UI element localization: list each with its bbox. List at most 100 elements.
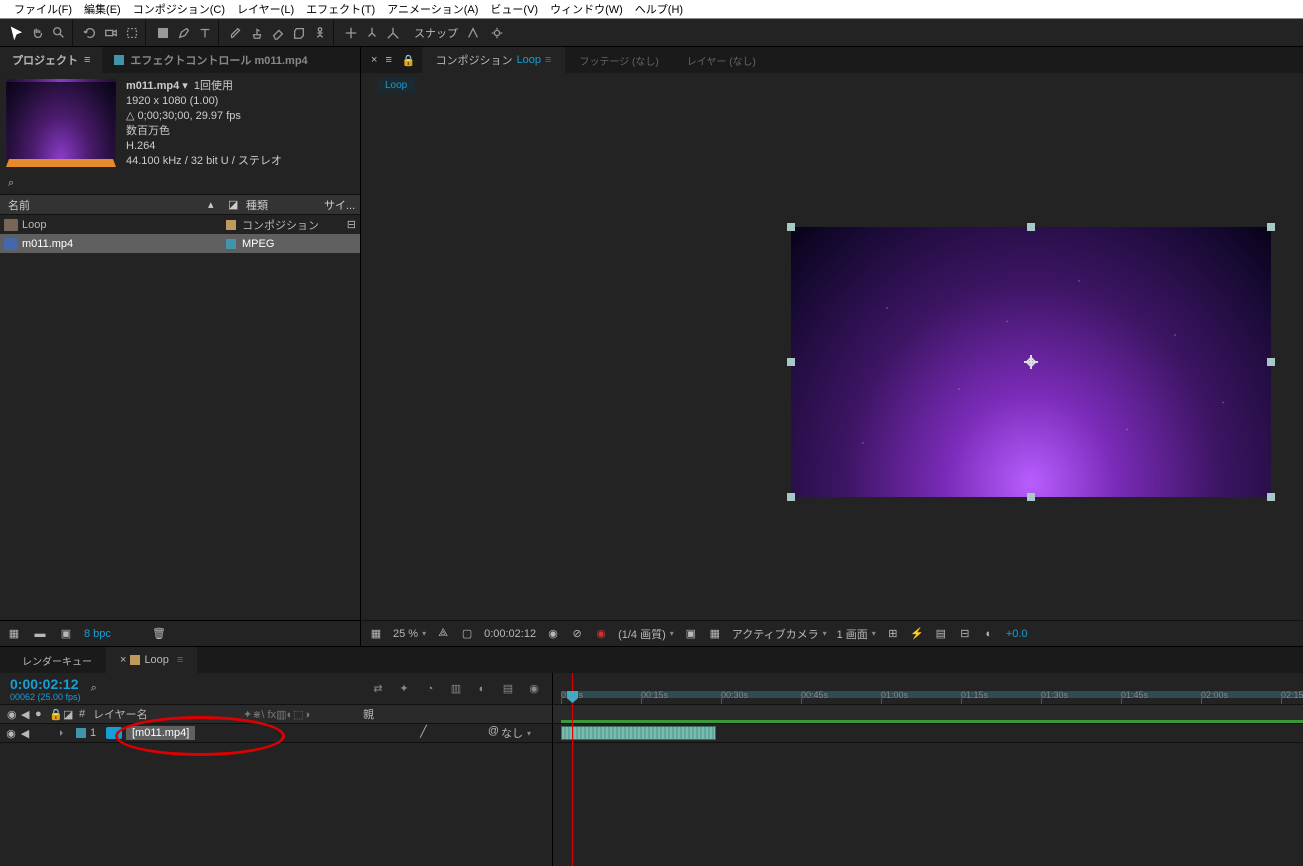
trash-icon[interactable]: 🗑 [151, 626, 167, 642]
color-mgmt-icon[interactable]: ◉ [594, 627, 608, 641]
layer-label-swatch[interactable] [76, 728, 86, 738]
tab-footage[interactable]: フッテージ (なし) [565, 47, 672, 73]
views-dropdown[interactable]: 1 画面 [837, 626, 876, 642]
lock-icon[interactable]: 🔒 [396, 54, 422, 67]
menu-edit[interactable]: 編集(E) [78, 0, 127, 19]
puppet-tool-icon[interactable] [311, 24, 329, 42]
panel-menu-icon[interactable]: ≡ [381, 54, 395, 66]
pan-behind-tool-icon[interactable] [123, 24, 141, 42]
world-axis-icon[interactable] [363, 24, 381, 42]
brainstorm-icon[interactable]: ◉ [526, 681, 542, 697]
hide-shy-icon[interactable]: ◔ [422, 681, 438, 697]
transform-handle[interactable] [787, 223, 795, 231]
col-label-icon[interactable]: ◪ [60, 708, 76, 721]
bpc-button[interactable]: 8 bpc [84, 628, 111, 640]
close-tab-icon[interactable]: × [120, 654, 126, 666]
col-size[interactable]: サイ... [324, 197, 355, 213]
transform-handle[interactable] [1027, 223, 1035, 231]
quality-dropdown[interactable]: (1/4 画質) [618, 626, 674, 642]
hand-tool-icon[interactable] [29, 24, 47, 42]
project-item-comp[interactable]: Loop コンポジション ⊟ [0, 215, 360, 234]
composition-viewer[interactable] [361, 97, 1303, 620]
menu-view[interactable]: ビュー(V) [484, 0, 544, 19]
menu-layer[interactable]: レイヤー(L) [231, 0, 300, 19]
time-ruler[interactable]: 0:00s00:15s00:30s00:45s01:00s01:15s01:30… [553, 673, 1303, 705]
layer-audio-icon[interactable]: ◀ [18, 727, 32, 740]
breadcrumb-item[interactable]: Loop [377, 78, 415, 93]
col-lock-icon[interactable]: 🔒 [46, 708, 60, 721]
tab-layer[interactable]: レイヤー (なし) [673, 47, 770, 73]
menu-composition[interactable]: コンポジション(C) [127, 0, 231, 19]
snap-label[interactable]: スナップ [414, 25, 458, 41]
channel-icon[interactable]: ⊘ [570, 627, 584, 641]
zoom-tool-icon[interactable] [50, 24, 68, 42]
text-tool-icon[interactable] [196, 24, 214, 42]
frame-blend-icon[interactable]: ▥ [448, 681, 464, 697]
selection-tool-icon[interactable] [8, 24, 26, 42]
draft3d-icon[interactable]: ✦ [396, 681, 412, 697]
comp-canvas[interactable] [791, 227, 1271, 497]
col-num[interactable]: # [76, 708, 90, 720]
grid-icon[interactable]: ▢ [460, 627, 474, 641]
magnification-icon[interactable]: ▦ [369, 627, 383, 641]
interpret-footage-icon[interactable]: ▦ [6, 626, 22, 642]
parent-dropdown[interactable]: なし [501, 725, 548, 741]
graph-editor-icon[interactable]: ▤ [500, 681, 516, 697]
col-parent[interactable]: 親 [360, 706, 400, 722]
rotation-tool-icon[interactable] [81, 24, 99, 42]
transform-handle[interactable] [1267, 358, 1275, 366]
col-name[interactable]: 名前 [8, 197, 208, 213]
tab-project[interactable]: プロジェクト≡ [0, 47, 102, 73]
project-item-footage[interactable]: m011.mp4 MPEG [0, 234, 360, 253]
roto-tool-icon[interactable] [290, 24, 308, 42]
exposure-reset-icon[interactable]: ◐ [982, 627, 996, 641]
anchor-point-icon[interactable] [1024, 355, 1038, 369]
transform-handle[interactable] [1267, 493, 1275, 501]
project-search[interactable]: ⌕ [0, 173, 360, 195]
resolution-icon[interactable]: ⟁ [436, 627, 450, 641]
layer-name[interactable]: [m011.mp4] [126, 726, 195, 740]
layer-track-1[interactable] [553, 724, 1303, 743]
menu-effect[interactable]: エフェクト(T) [300, 0, 381, 19]
col-eye-icon[interactable]: ◉ [4, 708, 18, 721]
tab-timeline-comp[interactable]: × Loop ≡ [106, 647, 197, 673]
col-label-icon[interactable]: ◪ [228, 198, 246, 211]
new-folder-icon[interactable]: ▬ [32, 626, 48, 642]
layer-quality-icon[interactable]: ╱ [418, 725, 429, 741]
timeline-icon[interactable]: ▤ [934, 627, 948, 641]
view-axis-icon[interactable] [384, 24, 402, 42]
camera-tool-icon[interactable] [102, 24, 120, 42]
tab-composition[interactable]: コンポジション Loop ≡ [422, 47, 566, 73]
transform-handle[interactable] [1267, 223, 1275, 231]
menu-animation[interactable]: アニメーション(A) [381, 0, 484, 19]
layer-expand-icon[interactable] [60, 730, 66, 736]
col-solo-icon[interactable]: ● [32, 708, 46, 720]
work-area-bar[interactable] [561, 691, 1303, 698]
pixel-aspect-icon[interactable]: ⊞ [886, 627, 900, 641]
menu-help[interactable]: ヘルプ(H) [629, 0, 689, 19]
snap-opt2-icon[interactable] [488, 24, 506, 42]
layer-clip[interactable] [561, 726, 716, 740]
tab-effect-controls[interactable]: エフェクトコントロール m011.mp4 [102, 47, 319, 73]
col-type[interactable]: 種類 [246, 197, 324, 213]
layer-eye-icon[interactable]: ◉ [4, 727, 18, 740]
timecode[interactable]: 0:00:02:12 [10, 676, 81, 692]
exposure-value[interactable]: +0.0 [1006, 628, 1028, 640]
current-time[interactable]: 0:00:02:12 [484, 628, 536, 640]
motion-blur-icon[interactable]: ◐ [474, 681, 490, 697]
search-input[interactable] [14, 178, 352, 190]
camera-dropdown[interactable]: アクティブカメラ [732, 626, 827, 642]
timeline-search-icon[interactable]: ⌕ [91, 682, 97, 694]
col-sort-icon[interactable]: ▴ [208, 198, 228, 211]
menu-window[interactable]: ウィンドウ(W) [544, 0, 629, 19]
pen-tool-icon[interactable] [175, 24, 193, 42]
transform-handle[interactable] [787, 358, 795, 366]
transform-handle[interactable] [1027, 493, 1035, 501]
eraser-tool-icon[interactable] [269, 24, 287, 42]
comp-mini-flow-icon[interactable]: ⇄ [370, 681, 386, 697]
timeline-layer-1[interactable]: ◉ ◀ 1 [m011.mp4] ╱ @ なし [0, 724, 552, 743]
panel-menu-icon[interactable]: ≡ [84, 54, 90, 66]
clone-stamp-tool-icon[interactable] [248, 24, 266, 42]
snapshot-icon[interactable]: ◉ [546, 627, 560, 641]
brush-tool-icon[interactable] [227, 24, 245, 42]
